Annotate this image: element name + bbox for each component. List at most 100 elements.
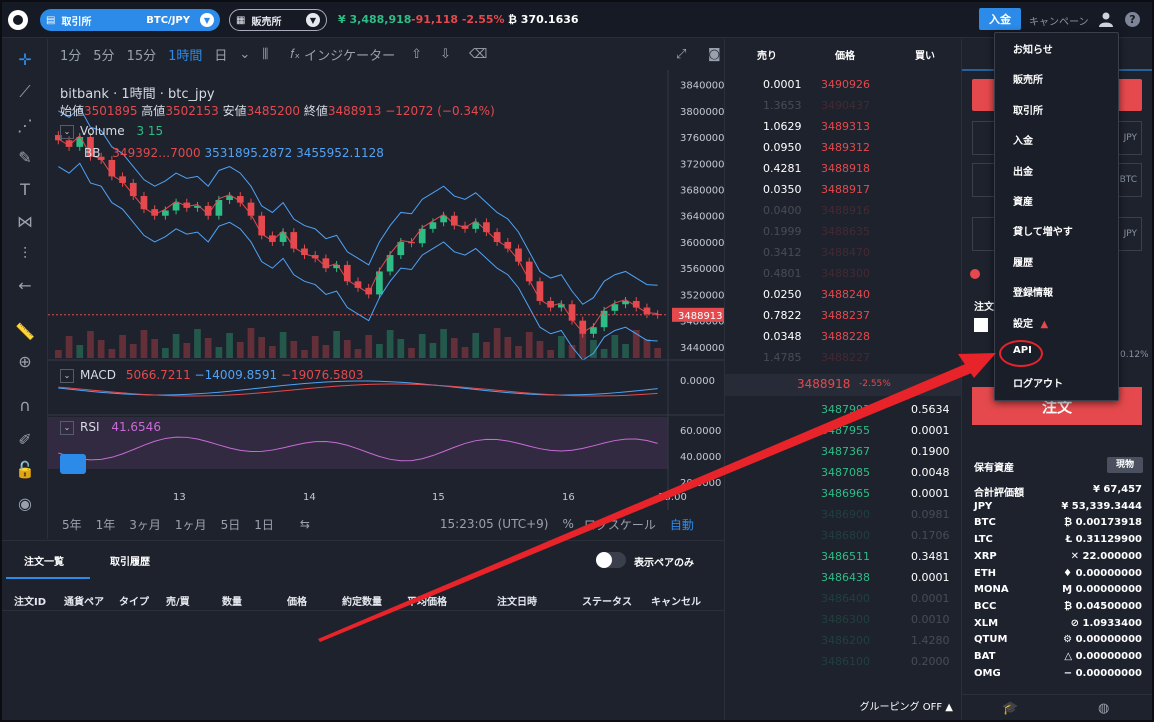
grouping-toggle[interactable]: グルーピング OFF ▲ [725, 697, 961, 720]
range-1m[interactable]: 1ヶ月 [175, 516, 207, 533]
bid-row[interactable]: 3486200 1.4280 [725, 631, 961, 652]
candle-type-icon[interactable]: ⫼ [262, 47, 268, 62]
rsi-legend[interactable]: ⌄ RSI 41.6546 [60, 420, 161, 435]
ask-row[interactable]: 0.4281 3488918 [725, 159, 961, 180]
menu-item[interactable]: 資産 [1013, 193, 1033, 208]
auto-toggle[interactable]: 自動 [670, 516, 694, 533]
fib-icon[interactable]: ⋰ [14, 115, 36, 137]
ask-row[interactable]: 0.3412 3488470 [725, 243, 961, 264]
menu-item[interactable]: 登録情報 [1013, 284, 1053, 299]
ask-row[interactable]: 0.0348 3488228 [725, 327, 961, 348]
menu-item[interactable]: 販売所 [1013, 71, 1043, 86]
bid-row[interactable]: 3486438 0.0001 [725, 568, 961, 589]
date-range-icon[interactable]: ⇆ [300, 517, 310, 531]
spot-button[interactable]: 現物 [1107, 457, 1143, 473]
range-1y[interactable]: 1年 [96, 516, 116, 533]
exchange-selector[interactable]: ▤ 取引所 BTC/JPY ▼ [40, 9, 220, 31]
menu-item[interactable]: 設定 ▲ [1013, 315, 1048, 330]
user-icon[interactable] [1099, 11, 1113, 27]
trendline-icon[interactable]: ⟋ [14, 81, 36, 103]
shop-selector[interactable]: ▦ 販売所 ▼ [229, 9, 327, 31]
globe-icon[interactable]: ◍ [1098, 701, 1109, 716]
ask-row[interactable]: 0.0350 3488917 [725, 180, 961, 201]
upload-icon[interactable]: ⇧ [411, 47, 422, 62]
range-5y[interactable]: 5年 [62, 516, 82, 533]
menu-item[interactable]: お知らせ [1013, 41, 1053, 56]
crosshair-icon[interactable]: ✛ [14, 49, 36, 71]
chevron-down-icon[interactable]: ⌄ [60, 124, 74, 139]
chevron-down-icon[interactable]: ⌄ [239, 47, 250, 62]
ask-row[interactable]: 1.4785 3488227 [725, 348, 961, 369]
ask-row[interactable]: 1.3653 3490437 [725, 96, 961, 117]
bid-row[interactable]: 3487955 0.0001 [725, 421, 961, 442]
bid-row[interactable]: 3486300 0.0010 [725, 610, 961, 631]
bid-row[interactable]: 3486800 0.1706 [725, 526, 961, 547]
ask-row[interactable]: 0.7822 3488237 [725, 306, 961, 327]
eye-icon[interactable]: ◉ [14, 493, 36, 515]
menu-item[interactable]: 入金 [1013, 132, 1033, 147]
range-5d[interactable]: 5日 [221, 516, 241, 533]
tradingview-logo-icon[interactable] [60, 454, 86, 474]
chevron-down-icon[interactable]: ⌄ [60, 368, 74, 383]
eraser-icon[interactable]: ⌫ [469, 47, 487, 62]
tab-history[interactable]: 取引履歴 [110, 553, 150, 568]
interval-5m[interactable]: 5分 [93, 45, 114, 64]
percent-toggle[interactable]: % [562, 517, 573, 531]
ask-row[interactable]: 0.0400 3488916 [725, 201, 961, 222]
fullscreen-icon[interactable]: ⤢ [676, 47, 686, 62]
menu-item[interactable]: 貸して増やす [1013, 223, 1073, 238]
campaign-link[interactable]: キャンペーン [1029, 13, 1089, 28]
pair-only-toggle[interactable] [596, 552, 626, 568]
bid-row[interactable]: 3487085 0.0048 [725, 463, 961, 484]
macd-legend[interactable]: ⌄ MACD 5066.7211 −14009.8591 −19076.5803 [60, 368, 364, 383]
menu-item[interactable]: ログアウト [1013, 375, 1063, 390]
range-1d[interactable]: 1日 [254, 516, 274, 533]
range-3m[interactable]: 3ヶ月 [129, 516, 161, 533]
volume-legend[interactable]: ⌄ Volume 3 15 [60, 124, 163, 139]
bid-row[interactable]: 3486511 0.3481 [725, 547, 961, 568]
text-icon[interactable]: T [14, 179, 36, 201]
menu-item[interactable]: 取引所 [1013, 102, 1043, 117]
learn-icon[interactable]: 🎓 [1002, 701, 1018, 716]
brush-icon[interactable]: ✎ [14, 147, 36, 169]
help-icon[interactable]: ? [1125, 12, 1140, 27]
ask-row[interactable]: 1.0629 3489313 [725, 117, 961, 138]
interval-1h[interactable]: 1時間 [168, 45, 202, 64]
bid-row[interactable]: 3487993 0.5634 [725, 400, 961, 421]
menu-item[interactable]: 出金 [1013, 163, 1033, 178]
ask-row[interactable]: 0.0950 3489312 [725, 138, 961, 159]
bid-row[interactable]: 3486400 0.0001 [725, 589, 961, 610]
log-toggle[interactable]: ログスケール [584, 516, 656, 533]
ruler-icon[interactable]: 📏 [14, 321, 36, 343]
pencil-lock-icon[interactable]: ✐ [14, 429, 36, 451]
ask-row[interactable]: 0.1999 3488635 [725, 222, 961, 243]
prediction-icon[interactable]: ⫶ [14, 243, 36, 265]
bid-row[interactable]: 3486900 0.0981 [725, 505, 961, 526]
ask-row[interactable]: 0.4801 3488300 [725, 264, 961, 285]
ask-row[interactable]: 0.0001 3490926 [725, 75, 961, 96]
lock-icon[interactable]: 🔓 [14, 459, 36, 481]
slider-handle[interactable] [970, 269, 980, 279]
bid-row[interactable]: 3486100 0.2000 [725, 652, 961, 673]
bid-row[interactable]: 3487367 0.1900 [725, 442, 961, 463]
chevron-down-icon[interactable]: ⌄ [60, 420, 74, 435]
deposit-button[interactable]: 入金 [979, 8, 1021, 30]
bitbank-logo-icon[interactable] [8, 10, 28, 30]
tab-orders[interactable]: 注文一覧 [24, 553, 64, 568]
ask-row[interactable]: 0.0250 3488240 [725, 285, 961, 306]
indicators-button[interactable]: インジケーター [304, 45, 395, 64]
fx-icon[interactable]: 𝑓ₓ [290, 47, 300, 62]
pattern-icon[interactable]: ⋈ [14, 211, 36, 233]
menu-item[interactable]: 履歴 [1013, 254, 1033, 269]
post-only-checkbox[interactable] [974, 318, 988, 332]
bid-row[interactable]: 3486965 0.0001 [725, 484, 961, 505]
clock-time[interactable]: 15:23:05 (UTC+9) [440, 517, 549, 531]
camera-icon[interactable]: ◙ [708, 47, 721, 62]
interval-15m[interactable]: 15分 [127, 45, 157, 64]
interval-1d[interactable]: 日 [214, 45, 227, 64]
arrow-left-icon[interactable]: ← [14, 275, 36, 297]
interval-1m[interactable]: 1分 [60, 45, 81, 64]
magnet-icon[interactable]: ∩ [14, 395, 36, 417]
zoom-icon[interactable]: ⊕ [14, 351, 36, 373]
price-chart[interactable]: 3840000 3800000 3760000 3720000 3680000 36400… [48, 70, 724, 510]
